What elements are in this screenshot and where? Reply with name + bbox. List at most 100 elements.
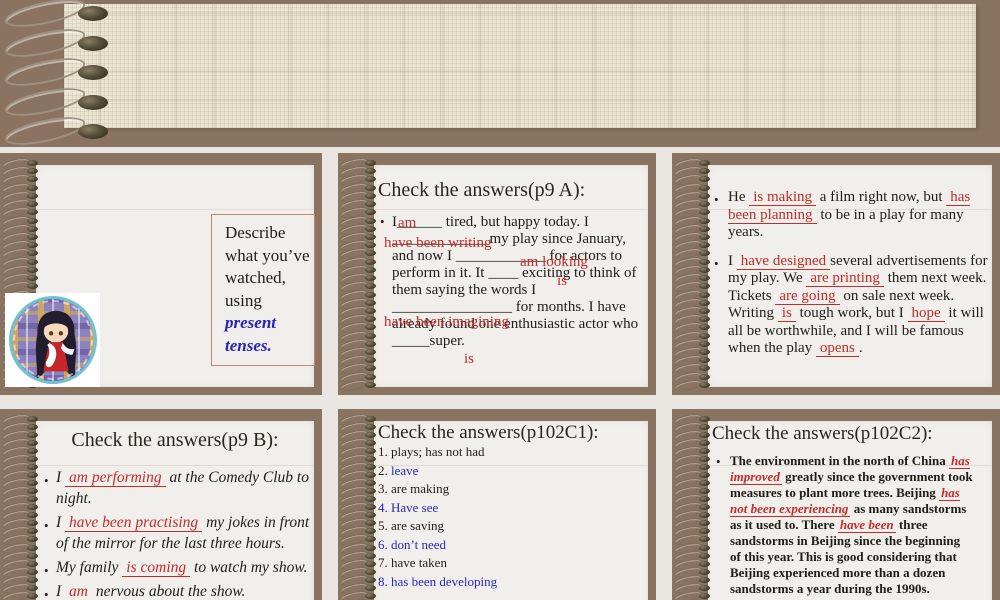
- answer-sentence: • My family is coming to watch my show.: [42, 557, 310, 578]
- slides-handout-page: Describe what you’ve watched, using pres…: [0, 0, 1000, 600]
- answer-overlay: have been imagining: [384, 314, 509, 330]
- exercise-body: • I______ tired, but happy today. I ____…: [378, 214, 638, 367]
- bullet-marker: •: [44, 473, 49, 488]
- slide-thumbnail-3[interactable]: • He is making a film right now, but has …: [672, 153, 1000, 395]
- slide-thumbnail-5[interactable]: Check the answers(p102C1): 1. plays; has…: [338, 409, 656, 600]
- answer-sentence: • I have designed several advertisements f…: [712, 252, 988, 358]
- text-line: them saying the words I: [392, 282, 537, 298]
- text-segment: 1. plays; has not had: [378, 444, 485, 459]
- text-line: _____super.: [392, 333, 465, 349]
- answer-sentence: • He is making a film right now, but has …: [712, 189, 988, 242]
- list-item: 4. Have see: [378, 499, 497, 518]
- text-segment: 8. has been developing: [378, 573, 498, 589]
- chibi-girl-badge-icon: [8, 296, 97, 384]
- slide-paper: Check the answers(p9 B): • I am performin…: [36, 421, 314, 600]
- answer-overlay: is: [464, 351, 475, 367]
- spiral-binding-icon: [674, 159, 714, 389]
- bullet-marker: •: [44, 587, 49, 600]
- text-segment: I: [728, 252, 737, 269]
- sentence-text: My family is coming to watch my show.: [56, 559, 307, 577]
- slide-thumbnail-2[interactable]: Check the answers(p9 A): • I______ tired…: [338, 153, 656, 395]
- prompt-text: Describe what you’ve watched, using: [225, 223, 310, 310]
- slide-title: Check the answers(p9 A):: [378, 179, 586, 201]
- text-segment: I: [56, 583, 66, 600]
- text-segment: .: [858, 340, 863, 356]
- answer-sentence: • I am performing at the Comedy Club to n…: [42, 467, 310, 509]
- divider-line: [374, 209, 648, 210]
- slide-title: Check the answers(p102C2):: [712, 423, 933, 444]
- spiral-coil-icon: [4, 61, 114, 85]
- sentence-text: I have designed several advertisements fo…: [728, 252, 988, 357]
- spiral-binding-icon: [340, 159, 380, 389]
- slide-thumbnail-6[interactable]: Check the answers(p102C2): • The environm…: [672, 409, 1000, 600]
- text-segment: 4. Have see: [378, 499, 439, 515]
- bullet-marker: •: [44, 518, 49, 533]
- prompt-box: Describe what you’ve watched, using pres…: [211, 214, 315, 366]
- spiral-coil-icon: [4, 32, 114, 56]
- slide-thumbnail-4[interactable]: Check the answers(p9 B): • I am performin…: [0, 409, 322, 600]
- list-item: 1. plays; has not had: [378, 443, 497, 462]
- divider-line: [36, 209, 314, 210]
- answer-overlay: am looking: [520, 254, 588, 270]
- text-segment: I: [56, 469, 66, 486]
- prompt-highlight: present tenses.: [225, 313, 276, 355]
- text-segment: are going: [775, 287, 840, 305]
- text-segment: My family: [56, 559, 123, 576]
- text-segment: have been: [837, 517, 896, 533]
- slide-title: Check the answers(p9 B):: [71, 429, 279, 451]
- text-segment: 7. have taken: [378, 555, 447, 570]
- paragraph-text: The environment in the north of China ha…: [730, 453, 973, 596]
- answer-overlay: am: [398, 215, 417, 231]
- bullet-marker: •: [714, 255, 719, 271]
- notebook-banner: [0, 0, 1000, 147]
- spiral-binding-icon: [4, 2, 122, 144]
- list-item: 7. have taken: [378, 554, 497, 573]
- spiral-binding-icon: [674, 415, 714, 600]
- list-item: 3. are making: [378, 480, 497, 499]
- text-segment: to watch my show.: [190, 559, 308, 576]
- spiral-coil-icon: [4, 2, 114, 26]
- slide-paper: Check the answers(p9 A): • I______ tired…: [374, 165, 648, 387]
- text-segment: a film right now, but: [816, 189, 947, 205]
- text-segment: are printing: [806, 270, 884, 287]
- spiral-coil-icon: [4, 91, 114, 115]
- text-segment: have been practising: [65, 514, 203, 532]
- slide-thumbnail-1[interactable]: Describe what you’ve watched, using pres…: [0, 153, 322, 395]
- text-segment: 6. don’t need: [378, 536, 446, 552]
- text-segment: am performing: [65, 469, 166, 487]
- list-item: 2. leave: [378, 462, 497, 481]
- text-segment: is: [777, 305, 796, 322]
- spiral-binding-icon: [2, 415, 42, 600]
- sentence-text: I am nervous about the show.: [56, 583, 245, 600]
- character-badge: [5, 293, 100, 387]
- spiral-coil-icon: [340, 381, 378, 389]
- answer-sentence: • I am nervous about the show.: [42, 581, 310, 600]
- text-segment: nervous about the show.: [92, 583, 246, 600]
- list-item: 5. are saving: [378, 517, 497, 536]
- text-segment: have designed: [736, 252, 831, 270]
- text-segment: He: [728, 189, 750, 205]
- sentence-text: I have been practising my jokes in front…: [56, 514, 309, 552]
- slide-paper: Check the answers(p102C2): • The environm…: [708, 421, 992, 600]
- sentence-text: He is making a film right now, but has b…: [728, 189, 971, 240]
- bullet-marker: •: [44, 563, 49, 578]
- text-segment: opens: [815, 340, 859, 357]
- slide-paper: • He is making a film right now, but has …: [708, 165, 992, 387]
- spiral-binding-icon: [340, 415, 380, 600]
- list-item: 8. has been developing: [378, 573, 497, 592]
- exercise-body: • The environment in the north of China h…: [714, 453, 974, 597]
- text-segment: hope: [907, 305, 945, 322]
- answer-overlay: have been writing: [384, 235, 492, 251]
- chibi-character-icon: [35, 310, 76, 380]
- text-segment: leave: [391, 462, 419, 478]
- text-segment: The environment in the north of China: [730, 453, 949, 468]
- bullet-marker: •: [716, 454, 721, 469]
- answers-list: 1. plays; has not had 2. leave 3. are ma…: [378, 443, 497, 591]
- answer-paragraph: • The environment in the north of China h…: [714, 453, 974, 597]
- text-segment: is coming: [122, 559, 191, 577]
- text-segment: am: [65, 583, 92, 600]
- text-line: I______ tired, but happy today. I: [392, 214, 589, 230]
- text-segment: I: [56, 514, 66, 531]
- exercise-body: • I am performing at the Comedy Club to n…: [42, 467, 310, 600]
- text-segment: tough work, but I: [795, 305, 908, 321]
